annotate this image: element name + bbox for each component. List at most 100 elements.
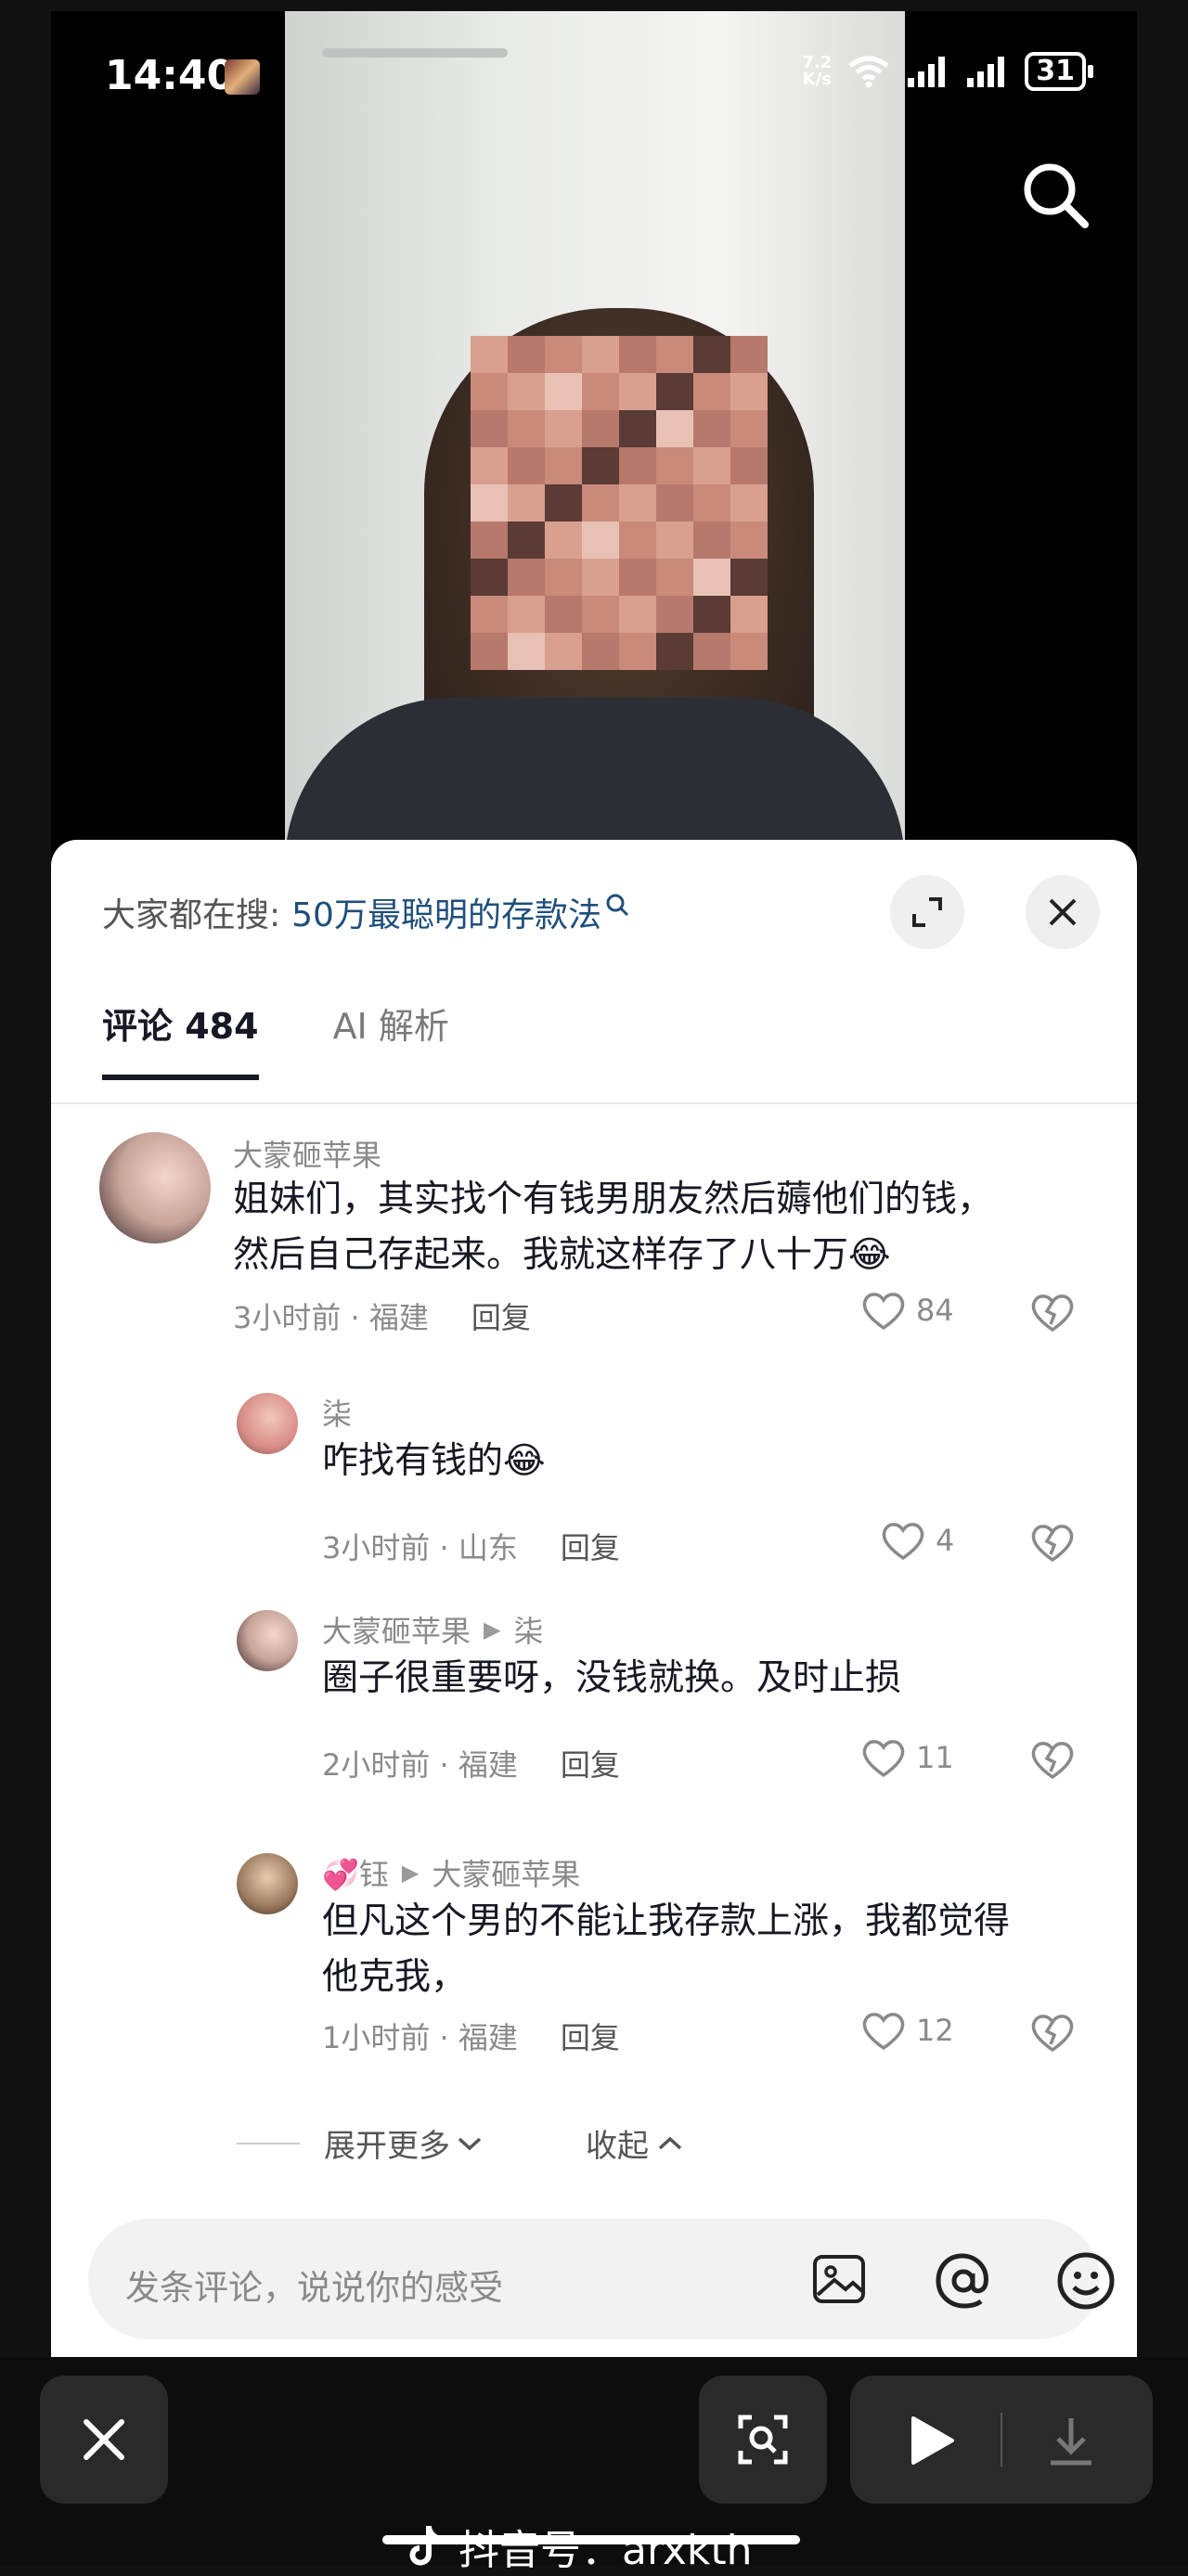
comment-username[interactable]: 柒 (322, 1391, 352, 1434)
search-button[interactable] (1020, 160, 1091, 234)
like-count: 84 (916, 1293, 954, 1328)
reply-button[interactable]: 回复 (471, 1294, 531, 1337)
close-button[interactable] (1026, 875, 1100, 949)
comment-meta: 3小时前 · 福建 回复 (233, 1294, 531, 1337)
mention-icon[interactable] (933, 2250, 994, 2312)
playback-controls (850, 2376, 1153, 2504)
image-icon[interactable] (810, 2250, 868, 2308)
close-icon (84, 2419, 124, 2460)
heart-icon (862, 2013, 905, 2051)
battery-icon: 31 (1025, 52, 1093, 91)
comment-input-bar[interactable]: 发条评论，说说你的感受 (88, 2219, 1115, 2339)
chevron-up-icon (658, 2136, 682, 2149)
broken-heart-icon (1031, 1525, 1074, 1563)
bottom-toolbar: 抖音号：arxkth (0, 2357, 1188, 2574)
comment-text: 但凡这个男的不能让我存款上涨，我都觉得 他克我， (322, 1894, 1083, 2005)
notification-app-icon (225, 59, 260, 95)
heart-icon (862, 1293, 905, 1331)
comment-text-line: 姐妹们，其实找个有钱男朋友然后薅他们的钱， (233, 1179, 994, 1220)
play-button[interactable] (904, 2415, 956, 2470)
broken-heart-icon (1031, 1742, 1074, 1780)
comment-input-placeholder[interactable]: 发条评论，说说你的感受 (125, 2260, 503, 2310)
reply-to-username[interactable]: 柒 (513, 1608, 543, 1651)
divider (237, 2142, 300, 2145)
reply-button[interactable]: 回复 (561, 1742, 620, 1784)
like-count: 4 (936, 1523, 955, 1558)
comment-time-location: 3小时前 · 福建 (233, 1300, 429, 1335)
reply-arrow-icon: ▶ (401, 1860, 420, 1886)
expand-more-button[interactable]: 展开更多 (324, 2120, 484, 2166)
hot-search-term[interactable]: 50万最聪明的存款法 (291, 888, 601, 936)
reply-to-username[interactable]: 大蒙砸苹果 (432, 1851, 580, 1894)
status-indicators: 7.2 K/s 31 (802, 52, 1093, 91)
broken-heart-icon (1031, 2015, 1074, 2053)
expand-more-label: 展开更多 (324, 2128, 450, 2165)
expand-icon (912, 897, 942, 927)
avatar[interactable] (237, 1610, 298, 1671)
dislike-button[interactable] (1028, 1521, 1077, 1567)
status-time: 14:40 (105, 52, 236, 99)
reply-button[interactable]: 回复 (561, 1525, 620, 1567)
divider (1001, 2413, 1002, 2467)
comment-text: 咋找有钱的😂 (322, 1434, 1083, 1489)
like-button[interactable]: 4 (880, 1519, 954, 1562)
visual-search-button[interactable] (699, 2376, 827, 2504)
comment-tabs: 评论 484 AI 解析 (102, 998, 449, 1080)
username-text: 大蒙砸苹果 (233, 1138, 382, 1173)
broken-heart-icon (1031, 1294, 1074, 1333)
close-icon (1049, 898, 1077, 926)
comment-username[interactable]: 💞钰 ▶ 大蒙砸苹果 (322, 1851, 580, 1894)
comment-text-line: 但凡这个男的不能让我存款上涨，我都觉得 (322, 1900, 1011, 1942)
status-bar: 14:40 7.2 K/s 31 (51, 11, 1137, 136)
video-frame[interactable] (285, 11, 905, 883)
like-button[interactable]: 84 (860, 1289, 954, 1332)
comment-username[interactable]: 大蒙砸苹果 ▶ 柒 (322, 1608, 544, 1651)
comment-meta: 1小时前 · 福建 回复 (322, 2015, 620, 2057)
avatar[interactable] (99, 1132, 211, 1243)
signal-icon (908, 57, 946, 87)
network-speed-unit: K/s (802, 70, 832, 89)
like-button[interactable]: 12 (860, 2009, 954, 2052)
comment-username[interactable]: 大蒙砸苹果 (233, 1132, 381, 1175)
like-button[interactable]: 11 (860, 1736, 954, 1779)
comment-text: 圈子很重要呀，没钱就换。及时止损 (322, 1651, 1083, 1707)
download-button[interactable] (1043, 2413, 1099, 2472)
close-button[interactable] (40, 2376, 168, 2504)
tab-ai-analysis[interactable]: AI 解析 (333, 998, 449, 1080)
comment-text-line: 然后自己存起来。我就这样存了八十万😂 (233, 1234, 891, 1276)
collapse-button[interactable]: 收起 (586, 2120, 684, 2166)
username-text: 大蒙砸苹果 (322, 1614, 471, 1649)
emoji-icon[interactable] (1055, 2250, 1117, 2312)
heart-icon (862, 1740, 905, 1778)
reply-button[interactable]: 回复 (561, 2015, 620, 2057)
username-text: 柒 (322, 1397, 353, 1432)
play-icon (911, 2416, 954, 2465)
dislike-button[interactable] (1028, 1291, 1077, 1337)
pixelated-face (471, 336, 768, 670)
dislike-button[interactable] (1028, 2011, 1077, 2057)
avatar[interactable] (237, 1853, 298, 1914)
avatar[interactable] (237, 1393, 298, 1454)
dislike-button[interactable] (1028, 1738, 1077, 1784)
phone-screen: 14:40 7.2 K/s 31 大家都在搜: 50万最聪明的存款法 评论 48… (51, 11, 1137, 2357)
expand-button[interactable] (890, 875, 964, 949)
comment-text-line: 他克我， (322, 1956, 468, 1998)
comment-text-line: 咋找有钱的😂 (322, 1440, 546, 1482)
search-icon (1024, 163, 1089, 228)
home-indicator[interactable] (382, 2535, 800, 2544)
douyin-id: 抖音号：arxkth (458, 2527, 753, 2574)
comment-meta: 3小时前 · 山东 回复 (322, 1525, 620, 1567)
comment-text-line: 圈子很重要呀，没钱就换。及时止损 (322, 1657, 902, 1699)
tab-comments[interactable]: 评论 484 (102, 998, 259, 1080)
comment-meta: 2小时前 · 福建 回复 (322, 1742, 620, 1784)
wifi-icon (848, 56, 889, 88)
like-count: 11 (916, 1740, 954, 1775)
hot-search-prefix: 大家都在搜: (102, 896, 281, 934)
scan-search-icon (738, 2415, 788, 2465)
hot-search-banner[interactable]: 大家都在搜: 50万最聪明的存款法 (102, 888, 629, 936)
like-count: 12 (916, 2013, 954, 2048)
replies-toggle-row: 展开更多 收起 (237, 2120, 684, 2166)
collapse-label: 收起 (586, 2128, 649, 2165)
signal-icon-2 (967, 57, 1005, 87)
network-speed: 7.2 K/s (802, 55, 832, 88)
